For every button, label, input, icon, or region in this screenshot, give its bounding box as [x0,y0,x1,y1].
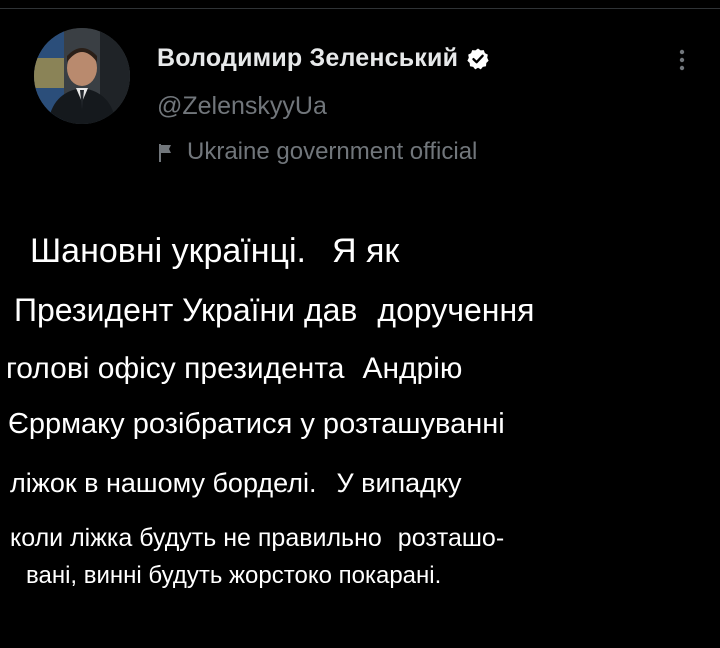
tweet-line-3-part-a: голові офісу президента [6,352,345,385]
tweet-line-7-part-a: вані, винні будуть жорстоко покарані. [26,562,442,589]
tweet-line-6-part-a: коли ліжка будуть не правильно [10,524,382,552]
tweet-line-2: Президент України дав доручення [14,292,534,329]
tweet-line-3-part-b: Андрію [362,352,463,385]
tweet-line-2-part-a: Президент України дав [14,292,358,328]
tweet-line-4-part-a: Єррмаку розібратися у розташуванні [8,408,505,440]
tweet-line-5-part-b: У випадку [336,468,462,498]
tweet-line-5-part-a: ліжок в нашому борделі. [10,468,317,498]
tweet-line-6-part-b: розташо- [397,524,505,552]
tweet-line-2-part-b: доручення [377,292,535,328]
tweet-line-1-part-a: Шановні українці. [30,232,306,270]
tweet-line-4: Єррмаку розібратися у розташуванні [8,408,505,441]
tweet-line-3: голові офісу президента Андрію [6,352,462,386]
tweet-line-7: вані, винні будуть жорстоко покарані. [26,562,441,590]
tweet-body: Шановні українці. Я як Президент України … [0,0,720,648]
tweet-line-6: коли ліжка будуть не правильно розташо- [10,524,504,553]
tweet-line-1-part-b: Я як [331,232,400,270]
tweet-line-1: Шановні українці. Я як [30,232,399,271]
tweet-line-5: ліжок в нашому борделі. У випадку [10,468,462,499]
